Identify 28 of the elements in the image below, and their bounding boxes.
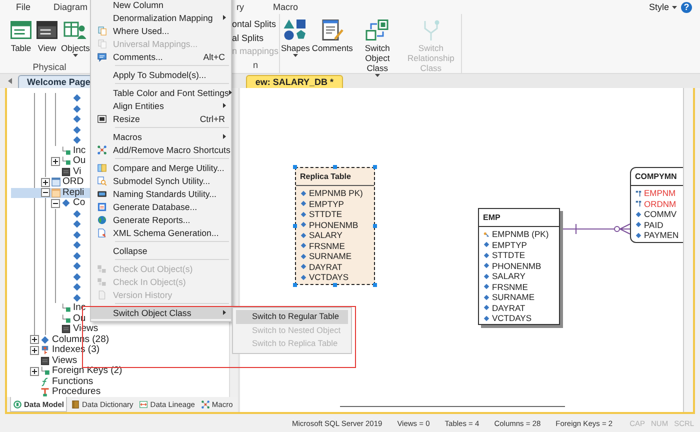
entity-attribute: PAID [635,220,683,230]
entity-attribute: DAYRAT [300,262,374,272]
entity-attribute: PAYMEN [635,230,683,240]
entity-attribute: FRSNME [300,240,374,251]
entity-name: Replica Table [300,172,351,181]
entity-attribute: DAYRAT [483,302,559,313]
entity-name: COMPYMN [635,172,677,181]
entity-name: EMP [483,213,500,222]
entity-attribute: SURNAME [483,292,559,302]
entity-attribute: ORDNM [635,198,683,209]
entity-attribute: EMPNMB PK) [300,188,374,198]
entity-attribute: VCTDAYS [300,272,374,282]
entity-attribute: FRSNME [483,282,559,292]
entity-attribute: EMPTYP [300,198,374,209]
entity-attribute: SALARY [483,271,559,282]
entity-attribute: SURNAME [300,251,374,262]
entity-attribute: COMMV [635,209,683,220]
group-label: Physical [32,62,66,72]
entity-attribute: PHONENMB [300,220,374,230]
entity-attribute: STTDTE [483,250,559,260]
entity-attribute: EMPNMB (PK) [483,229,559,240]
group-label: n [252,60,258,70]
entity-attribute: SALARY [300,230,374,240]
entity-attribute: VCTDAYS [483,313,559,324]
entity-attribute: EMPTYP [483,240,559,250]
entity-attribute: STTDTE [300,209,374,220]
entity-attribute: EMPNM [635,188,683,198]
entity-attribute: PHONENMB [483,260,559,271]
